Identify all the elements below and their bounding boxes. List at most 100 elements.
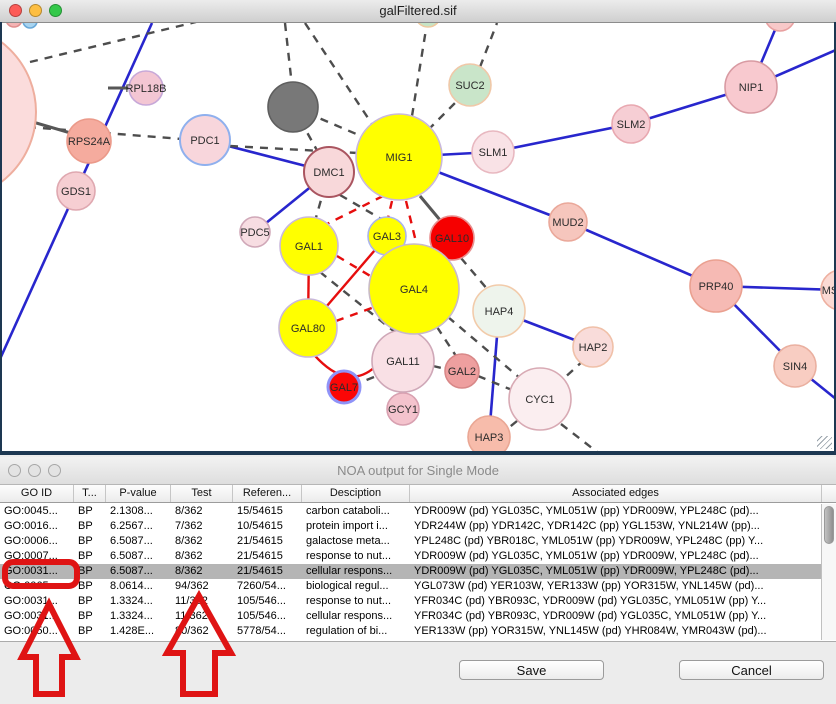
noa-titlebar[interactable]: NOA output for Single Mode: [0, 457, 836, 485]
network-edge: [388, 201, 392, 218]
cell-reference: 105/546...: [233, 594, 302, 609]
zoom-button[interactable]: [49, 4, 62, 17]
cell-p_value: 6.5087...: [106, 534, 171, 549]
main-titlebar[interactable]: galFiltered.sif: [0, 0, 836, 23]
node-label: DMC1: [313, 167, 344, 179]
node-GCY1[interactable]: GCY1: [387, 393, 419, 425]
cell-description: response to nut...: [302, 594, 410, 609]
column-header-type[interactable]: T...: [74, 485, 106, 502]
node-label: GAL4: [400, 284, 428, 296]
node-GAL80[interactable]: GAL80: [279, 299, 337, 357]
cell-reference: 5778/54...: [233, 624, 302, 639]
cell-test: 8/362: [171, 564, 233, 579]
cell-go_id: GO:0045...: [0, 504, 74, 519]
node-HAP2[interactable]: HAP2: [573, 327, 613, 367]
close-button[interactable]: [9, 4, 22, 17]
network-edge: [480, 23, 497, 67]
node-MUD2[interactable]: MUD2: [549, 203, 587, 241]
table-header[interactable]: GO IDT...P-valueTestReferen...Desciption…: [0, 485, 836, 503]
node-GAL11[interactable]: GAL11: [372, 330, 434, 392]
node-PRP40[interactable]: PRP40: [690, 260, 742, 312]
cell-go_id: GO:0050...: [0, 624, 74, 639]
node-circle[interactable]: [0, 24, 36, 200]
table-row[interactable]: GO:0065...BP8.0614...94/3627260/54...bio…: [0, 579, 822, 594]
node-HAP3[interactable]: HAP3: [468, 416, 510, 455]
table-row[interactable]: GO:0050...BP1.428E...80/3625778/54...reg…: [0, 624, 822, 639]
close-button-inactive[interactable]: [8, 464, 21, 477]
node-label: GAL80: [291, 323, 325, 335]
minimize-button[interactable]: [29, 4, 42, 17]
cell-test: 8/362: [171, 549, 233, 564]
cell-go_id: GO:0031...: [0, 564, 74, 579]
cell-test: 8/362: [171, 534, 233, 549]
node-PDC1[interactable]: PDC1: [180, 115, 230, 165]
cell-type: BP: [74, 564, 106, 579]
node-MIG1[interactable]: MIG1: [356, 114, 442, 200]
node-label: HAP4: [485, 306, 514, 318]
column-header-go_id[interactable]: GO ID: [0, 485, 74, 502]
cell-type: BP: [74, 549, 106, 564]
zoom-button-inactive[interactable]: [48, 464, 61, 477]
cell-go_id: GO:0006...: [0, 534, 74, 549]
node-label: HAP2: [579, 342, 608, 354]
network-edge: [478, 376, 512, 390]
column-header-description[interactable]: Desciption: [302, 485, 410, 502]
column-header-test[interactable]: Test: [171, 485, 233, 502]
node-RPS24A[interactable]: RPS24A: [67, 119, 111, 163]
node-CYC1[interactable]: CYC1: [509, 368, 571, 430]
node-GAL4[interactable]: GAL4: [369, 244, 459, 334]
cell-test: 8/362: [171, 504, 233, 519]
node-label: GAL2: [448, 366, 476, 378]
minimize-button-inactive[interactable]: [28, 464, 41, 477]
table-row[interactable]: GO:0031...BP1.3324...11/362105/546...res…: [0, 594, 822, 609]
cell-type: BP: [74, 519, 106, 534]
table-row[interactable]: GO:0006...BP6.5087...8/36221/54615galact…: [0, 534, 822, 549]
cell-description: protein import i...: [302, 519, 410, 534]
table-row[interactable]: GO:0031...BP6.5087...8/36221/54615cellul…: [0, 564, 822, 579]
cell-test: 11/362: [171, 609, 233, 624]
table-row[interactable]: GO:0045...BP2.1308...8/36215/54615carbon…: [0, 504, 822, 519]
save-button[interactable]: Save: [459, 660, 604, 680]
column-header-associated_edges[interactable]: Associated edges: [410, 485, 822, 502]
table-row[interactable]: GO:0007...BP6.5087...8/36221/54615respon…: [0, 549, 822, 564]
cancel-button[interactable]: Cancel: [679, 660, 824, 680]
node-circle[interactable]: [268, 82, 318, 132]
cell-p_value: 6.5087...: [106, 549, 171, 564]
cell-test: 80/362: [171, 624, 233, 639]
node-PDC5[interactable]: PDC5: [240, 217, 270, 247]
node-DMC1[interactable]: DMC1: [304, 147, 354, 197]
node-label: PDC5: [240, 227, 269, 239]
node-RPL18B[interactable]: RPL18B: [126, 71, 167, 105]
cell-test: 7/362: [171, 519, 233, 534]
cell-reference: 105/546...: [233, 609, 302, 624]
cell-type: BP: [74, 504, 106, 519]
node-SLM1[interactable]: SLM1: [472, 131, 514, 173]
table-row[interactable]: GO:0031...BP1.3324...11/362105/546...cel…: [0, 609, 822, 624]
node-GAL2[interactable]: GAL2: [445, 354, 479, 388]
node-SLM2[interactable]: SLM2: [612, 105, 650, 143]
node-NIP1[interactable]: NIP1: [725, 61, 777, 113]
table-row[interactable]: GO:0016...BP6.2567...7/36210/54615protei…: [0, 519, 822, 534]
node-HAP4[interactable]: HAP4: [473, 285, 525, 337]
column-header-p_value[interactable]: P-value: [106, 485, 171, 502]
cell-description: galactose meta...: [302, 534, 410, 549]
cell-associated_edges: YPL248C (pd) YBR018C, YML051W (pp) YDR00…: [410, 534, 822, 549]
cell-p_value: 1.3324...: [106, 609, 171, 624]
node-SIN4[interactable]: SIN4: [774, 345, 816, 387]
cell-associated_edges: YFR034C (pd) YBR093C, YDR009W (pd) YGL03…: [410, 594, 822, 609]
node-GAL7[interactable]: GAL7: [328, 371, 360, 403]
column-header-reference[interactable]: Referen...: [233, 485, 302, 502]
node-GAL1[interactable]: GAL1: [280, 217, 338, 275]
resize-grip-icon[interactable]: [817, 436, 832, 449]
scrollbar-thumb[interactable]: [824, 506, 834, 544]
vertical-scrollbar[interactable]: [821, 504, 836, 640]
cell-associated_edges: YDR244W (pp) YDR142C, YDR142C (pp) YGL15…: [410, 519, 822, 534]
node-large-left[interactable]: [0, 24, 36, 200]
cell-description: biological regul...: [302, 579, 410, 594]
node-label: GCY1: [388, 404, 418, 416]
node-gray-node[interactable]: [268, 82, 318, 132]
node-SUC2[interactable]: SUC2: [449, 64, 491, 106]
cell-associated_edges: YER133W (pp) YOR315W, YNL145W (pd) YHR08…: [410, 624, 822, 639]
node-GDS1[interactable]: GDS1: [57, 172, 95, 210]
cell-go_id: GO:0065...: [0, 579, 74, 594]
